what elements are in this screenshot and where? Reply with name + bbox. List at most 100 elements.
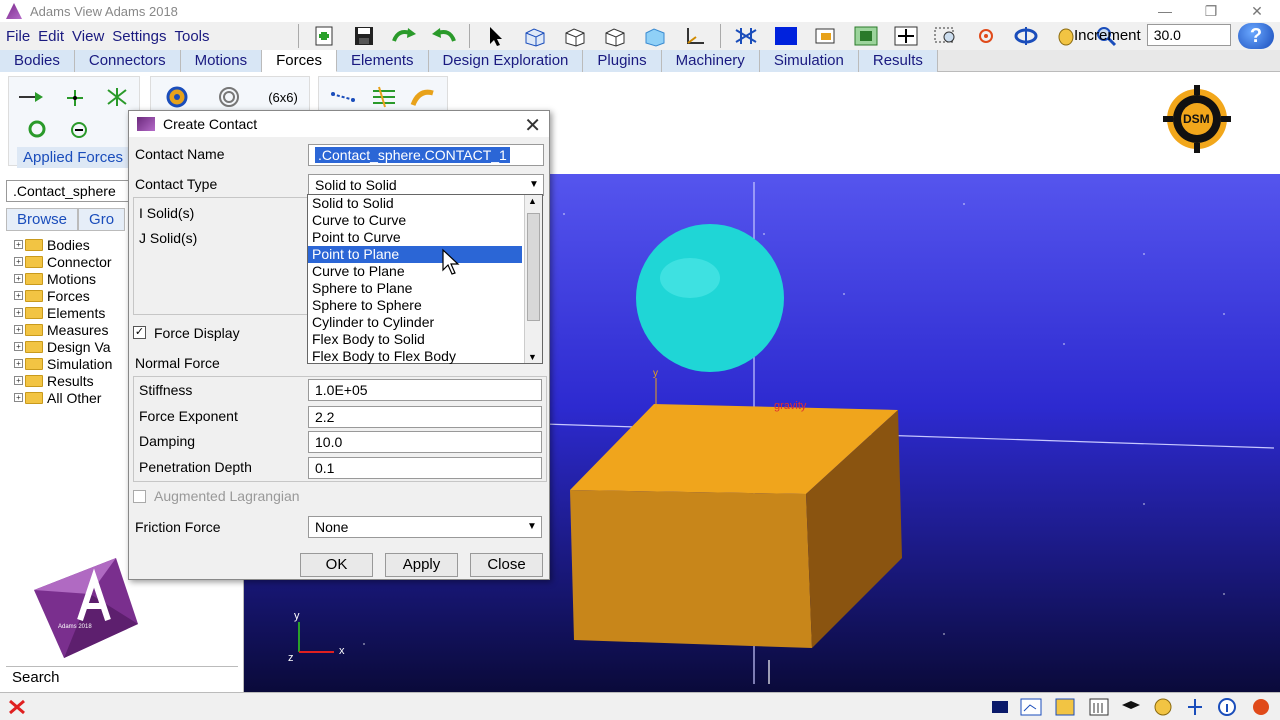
tree-item-simulations[interactable]: + Simulation: [14, 355, 112, 372]
tab-forces[interactable]: Forces: [262, 50, 337, 72]
info-window-icon[interactable]: [1054, 697, 1078, 717]
friction-force-select[interactable]: None ▼: [308, 516, 542, 538]
undo-icon[interactable]: [427, 23, 461, 49]
close-button[interactable]: Close: [470, 553, 543, 577]
close-window-button[interactable]: ✕: [1234, 0, 1280, 22]
view-front-icon[interactable]: [558, 23, 592, 49]
gravity-force-icon[interactable]: [409, 85, 437, 109]
globe-icon[interactable]: [1152, 697, 1176, 717]
rotate-view-icon[interactable]: [1009, 23, 1043, 49]
expand-icon[interactable]: +: [14, 393, 23, 402]
select-arrow-icon[interactable]: [478, 23, 512, 49]
view-top-icon[interactable]: [598, 23, 632, 49]
help-icon[interactable]: ?: [1238, 23, 1274, 49]
field-force-icon[interactable]: [369, 85, 397, 109]
dropdown-option-sphere-to-plane[interactable]: Sphere to Plane: [308, 280, 522, 297]
dropdown-option-cylinder-to-cylinder[interactable]: Cylinder to Cylinder: [308, 314, 522, 331]
browser-search[interactable]: Search: [6, 666, 238, 688]
zoom-box-icon[interactable]: [809, 23, 843, 49]
target-icon[interactable]: [969, 23, 1003, 49]
force-display-checkbox[interactable]: ✓: [133, 326, 146, 339]
expand-icon[interactable]: +: [14, 342, 23, 351]
expand-icon[interactable]: +: [14, 274, 23, 283]
menu-view[interactable]: View: [68, 28, 108, 45]
tab-connectors[interactable]: Connectors: [74, 50, 181, 72]
menu-file[interactable]: File: [2, 28, 34, 45]
expand-icon[interactable]: +: [14, 359, 23, 368]
save-icon[interactable]: [347, 23, 381, 49]
multi-torque-icon[interactable]: [65, 117, 93, 141]
dialog-close-icon[interactable]: ✕: [524, 113, 541, 138]
tab-design-exploration[interactable]: Design Exploration: [428, 50, 584, 72]
dropdown-option-flex-body-to-solid[interactable]: Flex Body to Solid: [308, 331, 522, 348]
translate-icon[interactable]: [889, 23, 923, 49]
penetration-depth-input[interactable]: 0.1: [308, 457, 542, 479]
tree-item-results[interactable]: + Results: [14, 372, 112, 389]
zoom-region-icon[interactable]: [929, 23, 963, 49]
plot-icon[interactable]: [1020, 697, 1044, 717]
contact-type-select[interactable]: Solid to Solid ▼: [308, 174, 544, 196]
scrollbar-thumb[interactable]: [527, 213, 540, 321]
expand-icon[interactable]: +: [14, 257, 23, 266]
chevron-down-icon[interactable]: ▼: [527, 177, 541, 193]
dropdown-option-curve-to-plane[interactable]: Curve to Plane: [308, 263, 522, 280]
adams-status-icon[interactable]: [6, 697, 30, 717]
grid-icon[interactable]: [729, 23, 763, 49]
tree-item-motions[interactable]: + Motions: [14, 270, 112, 287]
tab-bodies[interactable]: Bodies: [0, 50, 75, 72]
tree-item-bodies[interactable]: + Bodies: [14, 236, 112, 253]
dropdown-scrollbar[interactable]: ▲ ▼: [524, 195, 542, 363]
coordinate-axes-icon[interactable]: [678, 23, 712, 49]
view-iso-icon[interactable]: [518, 23, 552, 49]
tab-plugins[interactable]: Plugins: [583, 50, 662, 72]
ok-button[interactable]: OK: [300, 553, 373, 577]
graduation-icon[interactable]: [1120, 697, 1144, 717]
expand-icon[interactable]: +: [14, 291, 23, 300]
menu-edit[interactable]: Edit: [34, 28, 68, 45]
expand-icon[interactable]: +: [14, 325, 23, 334]
dropdown-option-flex-body-to-flex-body[interactable]: Flex Body to Flex Body: [308, 348, 522, 365]
tab-results[interactable]: Results: [858, 50, 938, 72]
field-matrix-label[interactable]: (6x6): [263, 85, 303, 109]
tree-item-elements[interactable]: + Elements: [14, 304, 112, 321]
beam-icon[interactable]: [329, 85, 357, 109]
general-force-icon[interactable]: [103, 85, 131, 109]
menu-settings[interactable]: Settings: [108, 28, 170, 45]
damping-input[interactable]: 10.0: [308, 431, 542, 453]
new-model-icon[interactable]: [307, 23, 341, 49]
tab-groups[interactable]: Gro: [78, 208, 126, 231]
scroll-up-icon[interactable]: ▲: [528, 196, 537, 206]
dropdown-option-solid-to-solid[interactable]: Solid to Solid: [308, 195, 522, 212]
dropdown-option-point-to-curve[interactable]: Point to Curve: [308, 229, 522, 246]
color-blue-icon[interactable]: [769, 23, 803, 49]
single-force-icon[interactable]: [17, 85, 45, 109]
tree-item-all-other[interactable]: + All Other: [14, 389, 112, 406]
expand-icon[interactable]: +: [14, 308, 23, 317]
info-icon[interactable]: [1216, 697, 1240, 717]
dropdown-option-curve-to-curve[interactable]: Curve to Curve: [308, 212, 522, 229]
table-icon[interactable]: [1088, 697, 1112, 717]
increment-input[interactable]: [1146, 24, 1231, 46]
restore-button[interactable]: ❐: [1188, 0, 1234, 22]
menu-tools[interactable]: Tools: [170, 28, 213, 45]
spring-icon[interactable]: [215, 85, 243, 109]
display-icon[interactable]: [990, 697, 1014, 717]
augmented-lagrangian-checkbox[interactable]: [133, 490, 146, 503]
contact-name-field[interactable]: .Contact_sphere.CONTACT_1: [308, 144, 544, 166]
force-vector-icon[interactable]: [61, 85, 89, 109]
fit-icon[interactable]: [849, 23, 883, 49]
minimize-button[interactable]: —: [1142, 0, 1188, 22]
force-exponent-input[interactable]: 2.2: [308, 406, 542, 428]
view-shaded-icon[interactable]: [638, 23, 672, 49]
tab-machinery[interactable]: Machinery: [661, 50, 760, 72]
dropdown-option-sphere-to-sphere[interactable]: Sphere to Sphere: [308, 297, 522, 314]
tree-item-forces[interactable]: + Forces: [14, 287, 112, 304]
stiffness-input[interactable]: 1.0E+05: [308, 379, 542, 401]
apply-button[interactable]: Apply: [385, 553, 458, 577]
stop-icon[interactable]: [1250, 697, 1274, 717]
chevron-down-icon[interactable]: ▼: [525, 519, 539, 535]
tree-item-measures[interactable]: + Measures: [14, 321, 112, 338]
tab-elements[interactable]: Elements: [336, 50, 429, 72]
tab-browse[interactable]: Browse: [6, 208, 79, 231]
dropdown-option-point-to-plane[interactable]: Point to Plane: [308, 246, 522, 263]
